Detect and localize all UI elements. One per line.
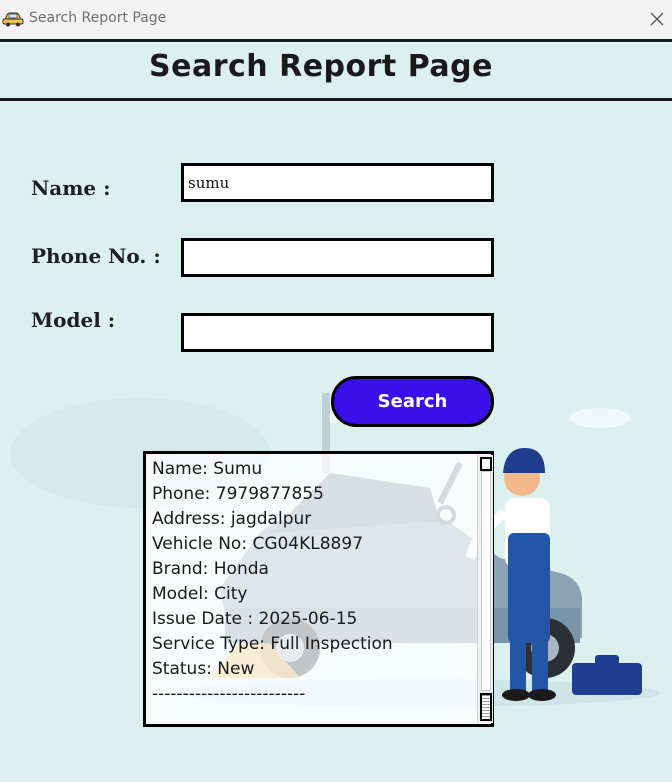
result-line: Phone: 7979877855	[152, 484, 324, 504]
name-field[interactable]	[181, 163, 494, 202]
search-results-box[interactable]: Name: Sumu Phone: 7979877855 Address: jagd…	[143, 451, 494, 727]
results-text: Name: Sumu Phone: 7979877855 Address: jagd…	[152, 457, 474, 707]
close-icon[interactable]	[648, 10, 666, 28]
scroll-thumb[interactable]	[481, 471, 491, 691]
window-title: Search Report Page	[29, 10, 167, 26]
model-label: Model :	[31, 308, 116, 332]
name-label: Name :	[31, 176, 111, 200]
result-line: Service Type: Full Inspection	[152, 634, 393, 654]
result-line: Vehicle No: CG04KL8897	[152, 534, 364, 554]
results-scrollbar[interactable]	[477, 455, 493, 723]
result-line: Model: City	[152, 584, 248, 604]
scroll-up-arrow[interactable]	[480, 457, 492, 471]
result-line: Address: jagdalpur	[152, 509, 312, 529]
result-line: Issue Date : 2025-06-15	[152, 609, 358, 629]
result-line: Brand: Honda	[152, 559, 269, 579]
header-divider-bottom	[0, 98, 672, 101]
car-icon	[2, 12, 24, 27]
phone-label: Phone No. :	[31, 244, 161, 268]
header-divider-top	[0, 39, 672, 42]
result-line: Name: Sumu	[152, 459, 263, 479]
scroll-down-arrow[interactable]	[480, 693, 492, 721]
result-line: Status: New	[152, 659, 255, 679]
search-button[interactable]: Search	[331, 376, 494, 427]
model-field[interactable]	[181, 313, 494, 352]
page-title: Search Report Page	[149, 49, 493, 84]
main-panel: Search Report Page Name : Phone No. : Mo…	[0, 38, 672, 782]
phone-field[interactable]	[181, 238, 494, 277]
window-title-bar: Search Report Page	[0, 0, 672, 38]
result-line: -------------------------	[152, 684, 306, 704]
